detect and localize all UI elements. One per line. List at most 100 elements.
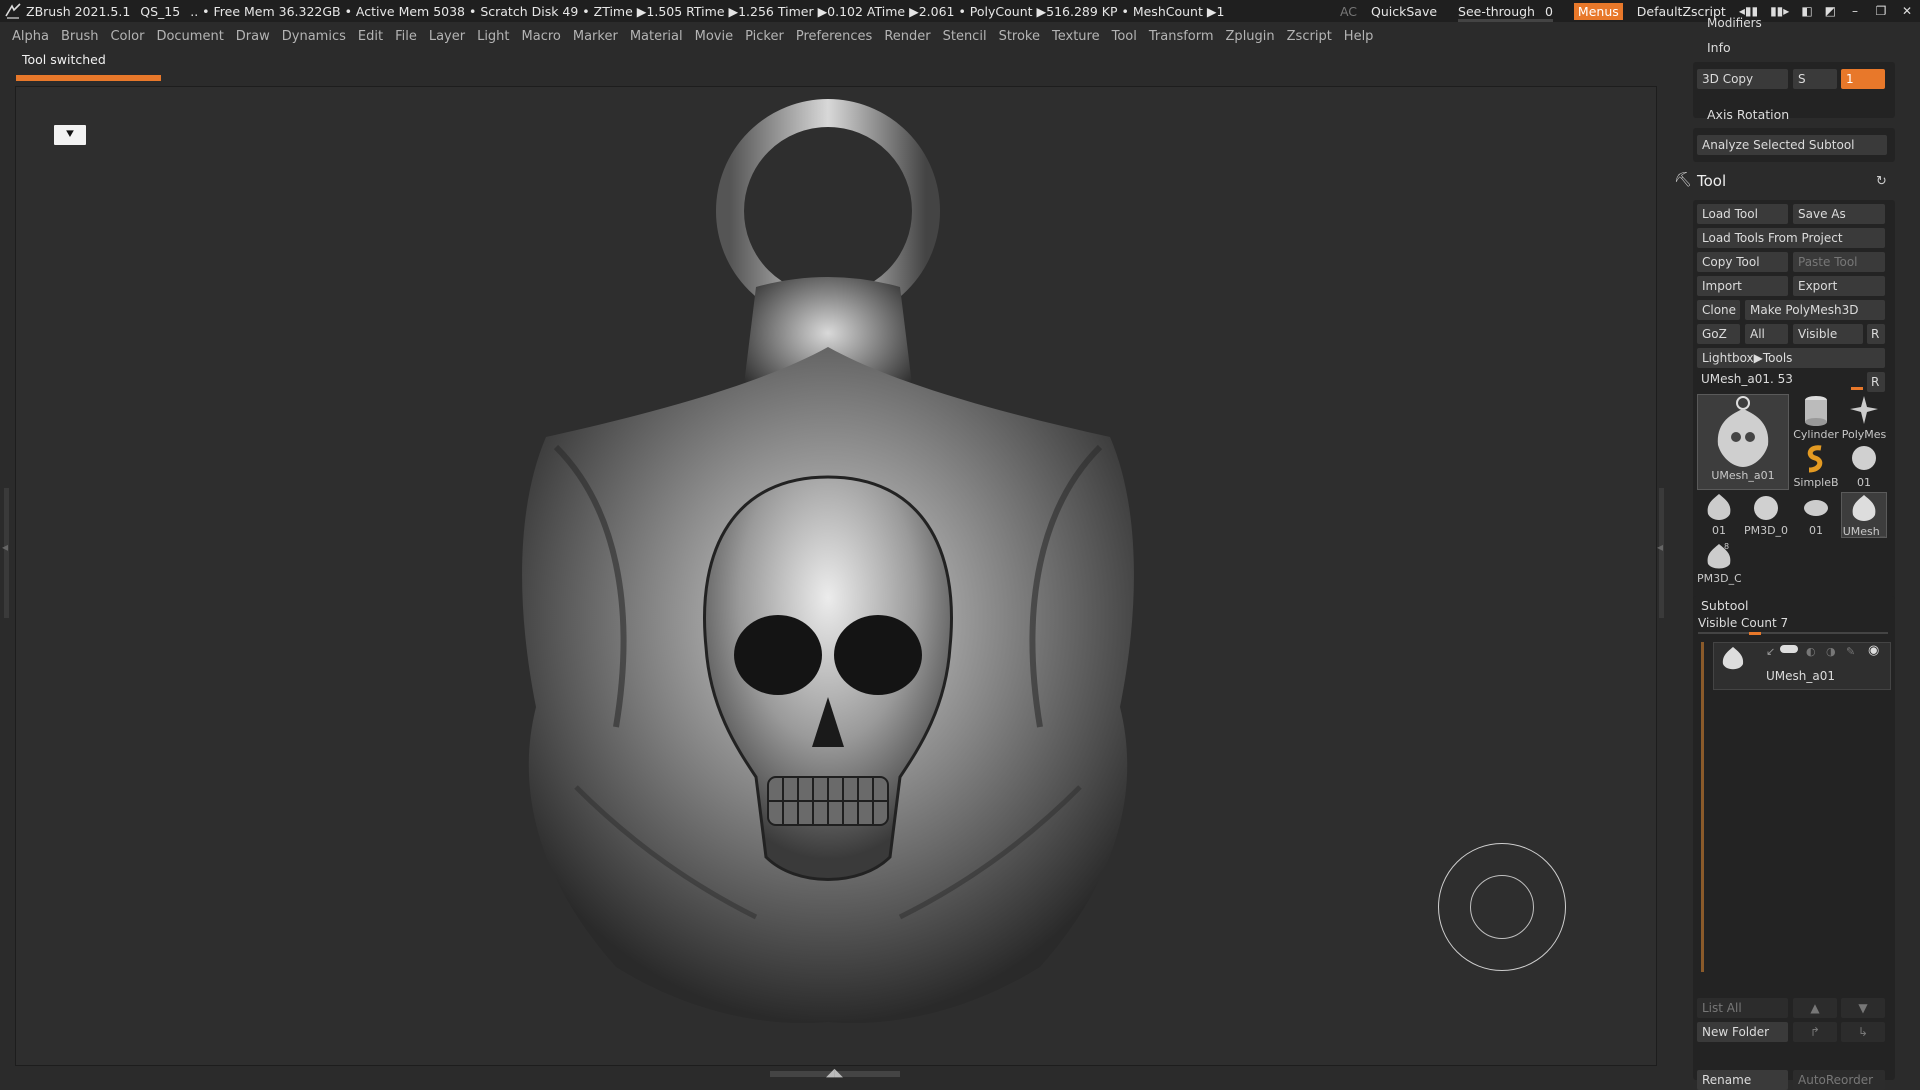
menu-help[interactable]: Help bbox=[1344, 29, 1374, 44]
menu-stencil[interactable]: Stencil bbox=[943, 29, 987, 44]
restore-icon[interactable]: ❐ bbox=[1868, 4, 1894, 18]
move-out-icon[interactable]: ↱ bbox=[1793, 1022, 1837, 1042]
layout-next-icon[interactable]: ▮▮▸ bbox=[1770, 4, 1789, 18]
new-folder-button[interactable]: New Folder bbox=[1697, 1022, 1788, 1042]
modifiers-label[interactable]: Modifiers bbox=[1707, 16, 1762, 30]
current-tool-r-button[interactable]: R bbox=[1867, 372, 1885, 392]
paste-tool-button[interactable]: Paste Tool bbox=[1793, 252, 1885, 272]
tool-thumb-umesh-main[interactable]: UMesh_a01 bbox=[1697, 394, 1789, 490]
subtool-mask-icon[interactable]: ◐ bbox=[1806, 645, 1816, 658]
load-tools-from-project-button[interactable]: Load Tools From Project bbox=[1697, 228, 1885, 248]
seethrough-label: See-through bbox=[1458, 3, 1535, 19]
axis-rotation-label[interactable]: Axis Rotation bbox=[1707, 107, 1789, 122]
load-tool-button[interactable]: Load Tool bbox=[1697, 204, 1788, 224]
tool-thumb-row3-1[interactable]: 01 bbox=[1697, 492, 1741, 538]
tool-thumb-row3-3[interactable]: 01 bbox=[1793, 492, 1839, 538]
menu-movie[interactable]: Movie bbox=[695, 29, 733, 44]
seethrough-track[interactable] bbox=[1458, 18, 1553, 22]
menu-transform[interactable]: Transform bbox=[1149, 29, 1214, 44]
menu-marker[interactable]: Marker bbox=[573, 29, 618, 44]
navigation-gizmo-inner[interactable] bbox=[1470, 875, 1534, 939]
ui-layout-icon[interactable]: ◧ bbox=[1801, 4, 1812, 18]
canvas-viewport[interactable]: ⯆ bbox=[15, 86, 1657, 1066]
right-tray-arrow-icon[interactable]: ◂ bbox=[1657, 540, 1663, 554]
menu-macro[interactable]: Macro bbox=[522, 29, 561, 44]
subtool-scrollbar[interactable] bbox=[1701, 642, 1704, 972]
minimize-icon[interactable]: – bbox=[1842, 4, 1868, 18]
close-icon[interactable]: ✕ bbox=[1894, 4, 1920, 18]
s-button[interactable]: S bbox=[1793, 69, 1837, 89]
cylinder-icon bbox=[1805, 396, 1827, 426]
tool-thumb-row4-1[interactable]: 8 PM3D_C bbox=[1697, 540, 1741, 588]
subtool-polypaint-toggle[interactable] bbox=[1780, 645, 1798, 653]
menu-light[interactable]: Light bbox=[477, 29, 509, 44]
make-polymesh3d-button[interactable]: Make PolyMesh3D bbox=[1745, 300, 1885, 320]
menu-tool[interactable]: Tool bbox=[1112, 29, 1137, 44]
quicksave-button[interactable]: QuickSave bbox=[1371, 4, 1437, 19]
clone-button[interactable]: Clone bbox=[1697, 300, 1740, 320]
visible-count-track[interactable] bbox=[1698, 632, 1888, 634]
tool-thumb-01[interactable]: 01 bbox=[1841, 442, 1887, 490]
menu-color[interactable]: Color bbox=[110, 29, 144, 44]
subtool-pencil-icon[interactable]: ✎ bbox=[1846, 645, 1855, 658]
menu-draw[interactable]: Draw bbox=[236, 29, 270, 44]
move-up-icon[interactable]: ▲ bbox=[1793, 998, 1837, 1018]
tool-thumb-simpleb[interactable]: SimpleB bbox=[1793, 442, 1839, 490]
copy-value-slider[interactable]: 1 bbox=[1841, 69, 1885, 89]
menu-picker[interactable]: Picker bbox=[745, 29, 784, 44]
menu-file[interactable]: File bbox=[395, 29, 417, 44]
navigation-gizmo[interactable] bbox=[1438, 843, 1566, 971]
autoreorder-button[interactable]: AutoReorder bbox=[1793, 1070, 1885, 1090]
menu-zscript[interactable]: Zscript bbox=[1287, 29, 1332, 44]
menu-material[interactable]: Material bbox=[630, 29, 683, 44]
left-tray-arrow-icon[interactable]: ◂ bbox=[2, 540, 8, 554]
menu-render[interactable]: Render bbox=[884, 29, 930, 44]
goz-visible-button[interactable]: Visible bbox=[1793, 324, 1863, 344]
subtool-material-icon[interactable]: ◑ bbox=[1826, 645, 1836, 658]
menu-texture[interactable]: Texture bbox=[1052, 29, 1100, 44]
visible-count-slider[interactable]: Visible Count 7 bbox=[1698, 616, 1788, 630]
lightbox-tools-button[interactable]: Lightbox▶Tools bbox=[1697, 348, 1885, 368]
subtool-title[interactable]: Subtool bbox=[1701, 598, 1748, 613]
info-label[interactable]: Info bbox=[1707, 40, 1731, 55]
move-down-icon[interactable]: ▼ bbox=[1841, 998, 1885, 1018]
export-button[interactable]: Export bbox=[1793, 276, 1885, 296]
save-as-button[interactable]: Save As bbox=[1793, 204, 1885, 224]
subtool-item[interactable]: ↙ ◐ ◑ ✎ ◉ UMesh_a01 bbox=[1713, 642, 1891, 690]
tool-thumb-row3-2[interactable]: PM3D_0 bbox=[1743, 492, 1789, 538]
reset-icon[interactable]: ↻ bbox=[1876, 174, 1887, 189]
analyze-subtool-button[interactable]: Analyze Selected Subtool bbox=[1697, 135, 1887, 155]
ui-colors-icon[interactable]: ◩ bbox=[1825, 4, 1836, 18]
move-in-icon[interactable]: ↳ bbox=[1841, 1022, 1885, 1042]
tool-thumb-row3-4[interactable]: UMesh_ bbox=[1841, 492, 1887, 538]
import-button[interactable]: Import bbox=[1697, 276, 1788, 296]
goz-r-button[interactable]: R bbox=[1867, 324, 1885, 344]
menu-layer[interactable]: Layer bbox=[429, 29, 465, 44]
menus-toggle-button[interactable]: Menus bbox=[1573, 2, 1623, 20]
tool-panel-title[interactable]: Tool bbox=[1697, 172, 1726, 190]
menu-stroke[interactable]: Stroke bbox=[999, 29, 1040, 44]
subtool-eye-icon[interactable]: ◉ bbox=[1868, 643, 1879, 658]
menu-edit[interactable]: Edit bbox=[358, 29, 383, 44]
current-tool-slider-knob[interactable] bbox=[1851, 387, 1863, 390]
bottom-tray-arrow-icon[interactable]: ◢◣ bbox=[826, 1066, 843, 1079]
menu-document[interactable]: Document bbox=[156, 29, 223, 44]
visible-count-knob[interactable] bbox=[1749, 632, 1761, 635]
menu-dynamics[interactable]: Dynamics bbox=[282, 29, 346, 44]
copy-tool-button[interactable]: Copy Tool bbox=[1697, 252, 1788, 272]
rename-button[interactable]: Rename bbox=[1697, 1070, 1788, 1090]
3d-copy-button[interactable]: 3D Copy bbox=[1697, 69, 1788, 89]
menu-preferences[interactable]: Preferences bbox=[796, 29, 872, 44]
seethrough-slider[interactable]: See-through 0 bbox=[1454, 3, 1557, 22]
menu-alpha[interactable]: Alpha bbox=[12, 29, 49, 44]
goz-all-button[interactable]: All bbox=[1745, 324, 1788, 344]
ac-label[interactable]: AC bbox=[1340, 4, 1357, 19]
menu-brush[interactable]: Brush bbox=[61, 29, 99, 44]
list-all-button[interactable]: List All bbox=[1697, 998, 1788, 1018]
menu-zplugin[interactable]: Zplugin bbox=[1226, 29, 1275, 44]
goz-button[interactable]: GoZ bbox=[1697, 324, 1740, 344]
subtool-brush-icon[interactable]: ↙ bbox=[1766, 645, 1775, 658]
tool-thumb-cylinder[interactable]: Cylinder bbox=[1793, 394, 1839, 442]
current-tool-slider[interactable]: UMesh_a01. 53 bbox=[1701, 372, 1793, 386]
tool-thumb-polymesh[interactable]: PolyMes bbox=[1841, 394, 1887, 442]
